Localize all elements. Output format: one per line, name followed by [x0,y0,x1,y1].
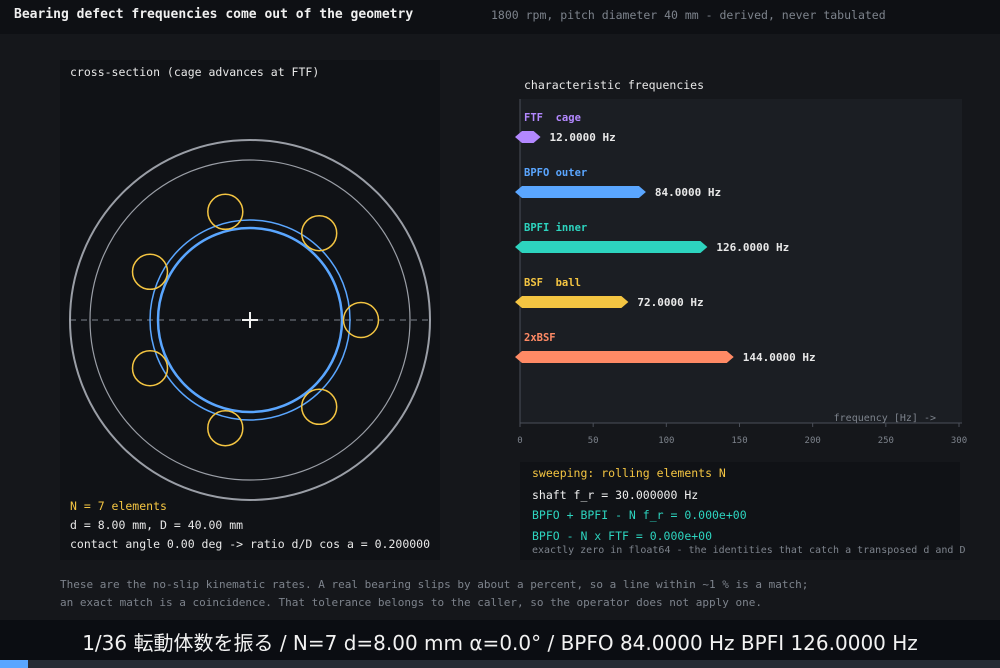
sweep-panel: sweeping: rolling elements N shaft f_r =… [520,462,965,560]
freq-axis-label: frequency [Hz] -> [834,413,936,424]
identity-bpfo-ftf-text: BPFO - N x FTF = 0.000e+00 [532,529,713,543]
identity-bpfo-bpfi-text: BPFO + BPFI - N f_r = 0.000e+00 [532,508,747,522]
elements-count-text: N = 7 elements [70,499,167,513]
page-subtitle: 1800 rpm, pitch diameter 40 mm - derived… [491,8,886,22]
freq-tick-label-0: 0 [517,436,522,446]
freq-value-2xbsf: 144.0000 Hz [743,351,816,364]
freq-label-bpfo-outer: BPFO outer [524,167,587,179]
freq-tick-label-300: 300 [951,436,967,446]
freq-bar-2xbsf [515,351,734,363]
sweep-heading: sweeping: rolling elements N [532,466,726,480]
caption-bar: 1/36 転動体数を振る / N=7 d=8.00 mm α=0.0° / BP… [0,620,1000,660]
rolling-element-2 [300,214,338,252]
freq-tick-label-250: 250 [878,436,894,446]
freq-tick-label-50: 50 [588,436,599,446]
contact-angle-text: contact angle 0.00 deg -> ratio d/D cos … [70,537,431,551]
freq-tick-label-150: 150 [731,436,747,446]
freq-tick-label-100: 100 [658,436,674,446]
freq-bar-bsf-ball [515,296,629,308]
freq-ticks-group: 0 50 100 150 200 250 300 [517,423,967,446]
freq-value-bpfi-inner: 126.0000 Hz [716,241,789,254]
sweep-footnote: exactly zero in float64 - the identities… [532,545,966,556]
freq-bar-bpfi-inner [515,241,708,253]
note-line-2: an exact match is a coincidence. That to… [60,596,762,609]
bearing-diagram [69,139,431,501]
progress-fill [0,660,28,668]
freq-label-2xbsf: 2xBSF [524,332,556,344]
rolling-element-3 [207,193,244,231]
rolling-element-7 [300,388,338,426]
freq-label-bsf-ball: BSF ball [524,277,581,289]
rolling-element-6 [207,409,244,447]
page-title: Bearing defect frequencies come out of t… [14,7,414,22]
freq-value-ftf-cage: 12.0000 Hz [550,131,616,144]
freq-value-bpfo-outer: 84.0000 Hz [655,186,721,199]
progress-track [0,660,1000,668]
freq-label-bpfi-inner: BPFI inner [524,222,587,234]
header-bar: Bearing defect frequencies come out of t… [0,0,1000,34]
frequency-bar-chart: FTF cage 12.0000 Hz BPFO outer 84.0000 Hz BP… [515,99,967,446]
freq-label-ftf-cage: FTF cage [524,112,581,124]
shaft-frequency-text: shaft f_r = 30.000000 Hz [532,488,699,502]
freq-bar-bpfo-outer [515,186,646,198]
freq-plot-area [520,99,962,423]
note-line-1: These are the no-slip kinematic rates. A… [60,578,809,591]
freq-value-bsf-ball: 72.0000 Hz [637,296,703,309]
caption-text: 1/36 転動体数を振る / N=7 d=8.00 mm α=0.0° / BP… [82,631,918,655]
freq-tick-label-200: 200 [805,436,821,446]
dimensions-text: d = 8.00 mm, D = 40.00 mm [70,518,244,532]
bearing-cross-section-panel: cross-section (cage advances at FTF) N =… [60,60,440,560]
freq-panel-title: characteristic frequencies [524,78,705,92]
